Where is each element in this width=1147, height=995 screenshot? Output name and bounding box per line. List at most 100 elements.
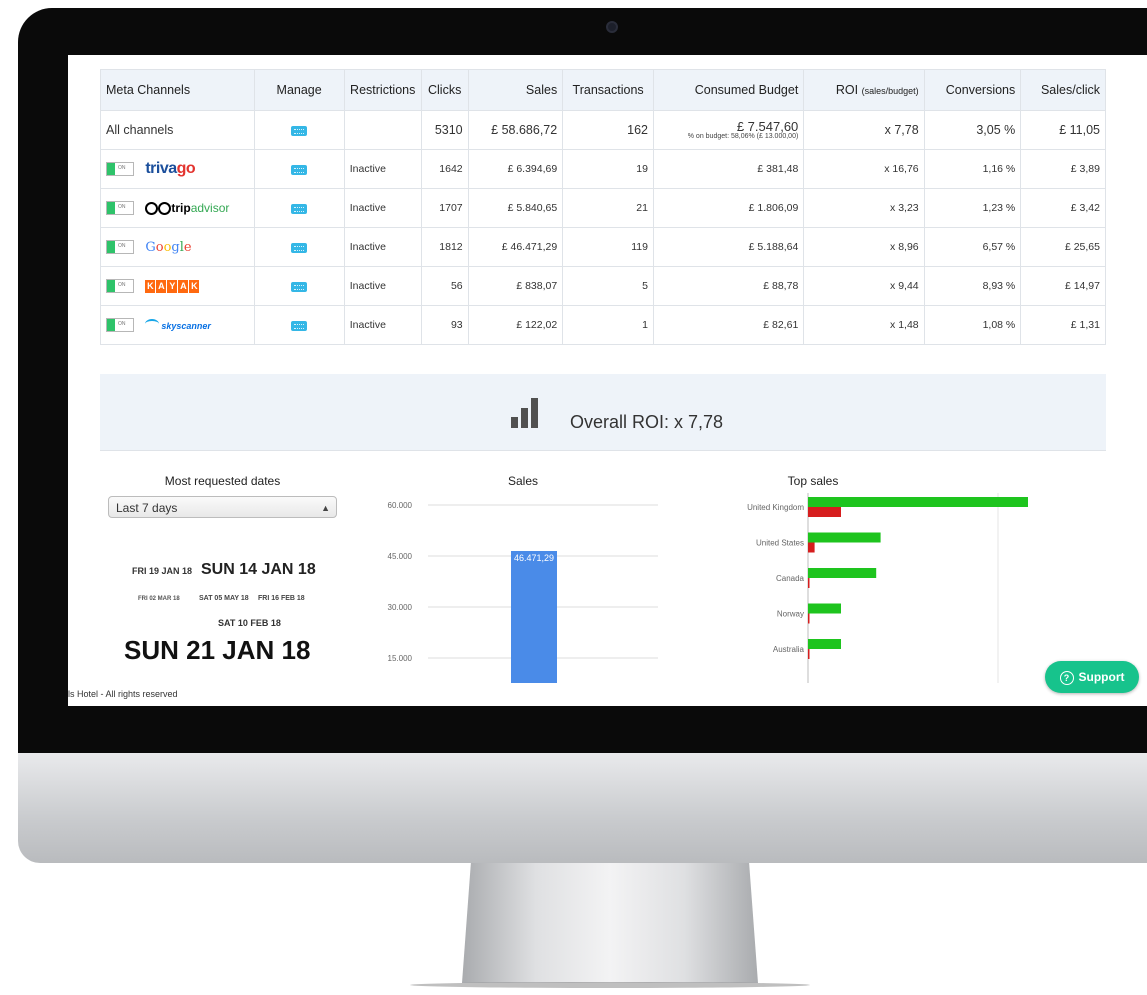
sales-bar	[511, 550, 557, 683]
keyboard-icon[interactable]	[291, 203, 308, 214]
logo-letter: K	[145, 279, 156, 293]
y-tick-label: 60.000	[388, 501, 413, 510]
sales-bar-green	[808, 568, 877, 578]
cell-sales-click: £ 14,97	[1020, 266, 1106, 306]
cell-restriction: Inactive	[343, 266, 422, 306]
col-sales[interactable]: Sales	[467, 69, 564, 111]
col-restrictions[interactable]: Restrictions	[343, 69, 422, 111]
keyboard-icon[interactable]	[291, 281, 308, 292]
cell-clicks: 5310	[420, 110, 469, 150]
sunrise-icon	[145, 319, 160, 329]
country-label: Canada	[776, 574, 805, 583]
cell-channel: ON tripadvisor	[100, 188, 255, 228]
table-row: ON K A Y A K Inactive 56 £ 838,07 5 £ 88…	[100, 266, 1106, 306]
cell-roi: x 8,96	[803, 227, 925, 267]
cell-roi: x 9,44	[803, 266, 925, 306]
sales-bar-green	[808, 639, 841, 649]
cell-sales-click: £ 25,65	[1020, 227, 1106, 267]
support-label: Support	[1078, 670, 1125, 684]
sales-bar-red	[808, 613, 810, 624]
table-row: ON tripadvisor Inactive 1707 £ 5.840,65 …	[100, 188, 1106, 228]
channel-toggle[interactable]: ON	[106, 201, 134, 216]
col-manage[interactable]: Manage	[253, 69, 345, 111]
requested-date: FRI 19 JAN 18	[132, 566, 193, 576]
requested-date: FRI 02 MAR 18	[138, 596, 180, 602]
top-sales-chart-title: Top sales	[787, 474, 839, 488]
most-requested-dates-title: Most requested dates	[164, 474, 281, 488]
col-conversions[interactable]: Conversions	[923, 69, 1022, 111]
col-consumed-budget[interactable]: Consumed Budget	[652, 69, 805, 111]
cell-channel: ON skyscanner	[100, 305, 255, 345]
logo-letter: e	[183, 239, 192, 255]
toggle-label: ON	[118, 282, 126, 289]
channel-toggle[interactable]: ON	[106, 279, 134, 294]
cell-budget: £ 7.547,60 % on budget: 58,06% (£ 13.000…	[652, 110, 805, 150]
sales-bar-red	[808, 542, 815, 553]
channel-toggle[interactable]: ON	[106, 318, 134, 333]
cell-transactions: 1	[562, 305, 654, 345]
cell-transactions: 19	[562, 149, 654, 189]
cell-sales: £ 6.394,69	[467, 149, 564, 189]
bar-chart-icon	[511, 396, 541, 428]
keyboard-icon[interactable]	[291, 164, 308, 175]
cell-sales-click: £ 1,31	[1020, 305, 1106, 345]
cell-channel: ON trivago	[100, 149, 255, 189]
keyboard-icon[interactable]	[291, 242, 308, 253]
requested-date: SAT 05 MAY 18	[199, 595, 249, 602]
cell-sales: £ 46.471,29	[467, 227, 564, 267]
country-label: United Kingdom	[747, 503, 804, 512]
cell-conversions: 8,93 %	[923, 266, 1022, 306]
cell-roi: x 3,23	[803, 188, 925, 228]
col-sales-click[interactable]: Sales/click	[1020, 69, 1106, 111]
cell-budget: £ 381,48	[652, 149, 805, 189]
top-sales-chart: United Kingdom United States Canada Norway A…	[747, 493, 1028, 683]
toggle-label: ON	[118, 321, 126, 328]
keyboard-icon[interactable]	[291, 320, 308, 331]
keyboard-icon[interactable]	[291, 125, 308, 136]
cell-restriction: Inactive	[343, 227, 422, 267]
y-tick-label: 15.000	[388, 654, 413, 663]
cell-manage	[253, 188, 345, 228]
cell-manage	[253, 227, 345, 267]
country-label: Norway	[777, 610, 804, 619]
cell-restriction: Inactive	[343, 149, 422, 189]
logo-letter: K	[189, 279, 200, 293]
cell-budget: £ 1.806,09	[652, 188, 805, 228]
monitor-stand	[462, 863, 758, 983]
roi-header-label: ROI	[835, 83, 859, 97]
cell-roi: x 1,48	[803, 305, 925, 345]
cell-transactions: 162	[562, 110, 654, 150]
channel-toggle[interactable]: ON	[106, 162, 134, 176]
toggle-label: ON	[118, 165, 126, 171]
google-logo: Google	[145, 240, 191, 255]
cell-roi: x 16,76	[803, 149, 925, 189]
sales-bar-red	[808, 649, 810, 659]
overall-roi-banner: Overall ROI: x 7,78	[100, 374, 1106, 451]
y-tick-label: 45.000	[388, 552, 413, 561]
logo-letter: Y	[167, 279, 178, 293]
sales-bar-green	[808, 497, 1028, 507]
logo-text: trip	[171, 201, 191, 216]
camera-icon	[606, 21, 618, 33]
col-clicks[interactable]: Clicks	[420, 69, 469, 111]
kayak-logo: K A Y A K	[145, 279, 200, 293]
channel-toggle[interactable]: ON	[106, 240, 134, 255]
roi-header-sub: (sales/budget)	[861, 86, 919, 96]
cell-manage	[253, 305, 345, 345]
stand-shadow	[410, 982, 810, 988]
logo-text: triva	[145, 160, 177, 177]
cell-manage	[253, 266, 345, 306]
col-roi[interactable]: ROI (sales/budget)	[803, 69, 925, 111]
overall-roi-text: Overall ROI: x 7,78	[570, 412, 724, 432]
logo-letter: A	[178, 279, 189, 293]
cell-clicks: 1812	[420, 227, 469, 267]
date-range-select[interactable]: Last 7 days ▲	[108, 496, 337, 518]
cell-restriction: Inactive	[343, 305, 422, 345]
cell-conversions: 3,05 %	[923, 110, 1022, 150]
cell-sales: £ 5.840,65	[467, 188, 564, 228]
col-transactions[interactable]: Transactions	[562, 69, 654, 111]
sales-chart-title: Sales	[507, 474, 539, 488]
support-button[interactable]: ? Support	[1045, 661, 1139, 693]
col-meta-channels[interactable]: Meta Channels	[100, 69, 255, 111]
logo-letter: o	[155, 239, 164, 255]
